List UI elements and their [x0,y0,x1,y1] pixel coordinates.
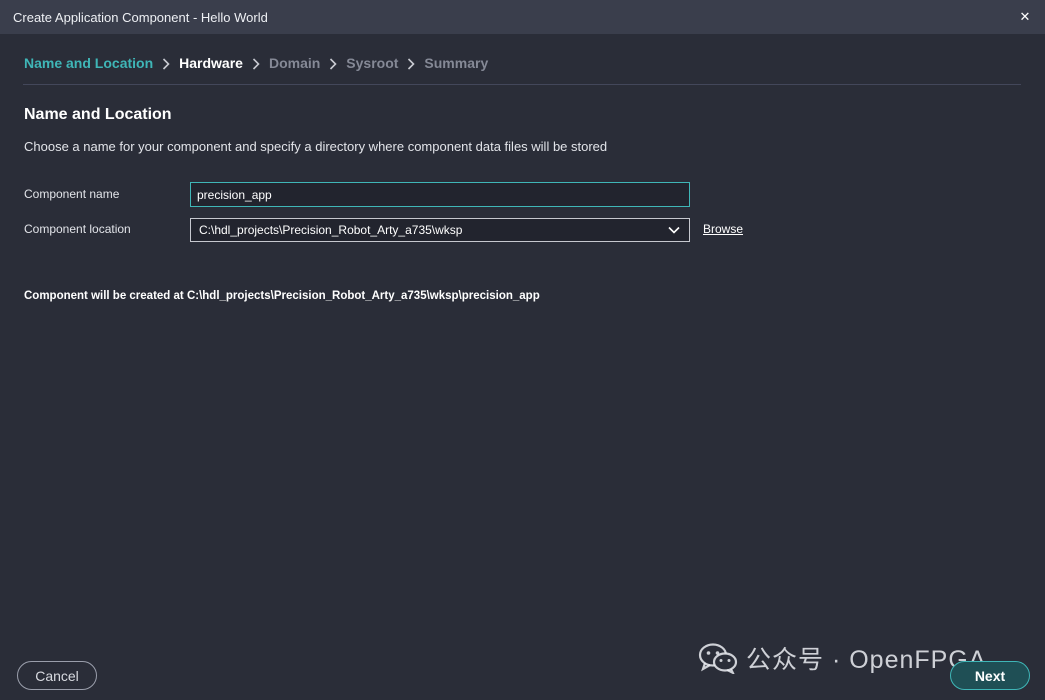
chevron-down-icon [667,223,681,237]
wechat-icon [698,642,738,674]
cancel-button[interactable]: Cancel [17,661,97,690]
title-bar: Create Application Component - Hello Wor… [0,0,1045,34]
component-location-value: C:\hdl_projects\Precision_Robot_Arty_a73… [199,223,463,237]
step-summary[interactable]: Summary [424,55,488,71]
dialog-window: Create Application Component - Hello Wor… [0,0,1045,700]
step-domain[interactable]: Domain [269,55,320,71]
header-divider [23,84,1021,85]
chevron-right-icon [153,55,179,71]
next-button[interactable]: Next [950,661,1030,690]
watermark: 公众号 · OpenFPGA [698,640,986,676]
component-location-label: Component location [24,222,131,236]
step-name-and-location[interactable]: Name and Location [24,55,153,71]
component-path-summary: Component will be created at C:\hdl_proj… [24,290,540,302]
component-location-select[interactable]: C:\hdl_projects\Precision_Robot_Arty_a73… [190,218,690,242]
step-sysroot[interactable]: Sysroot [346,55,398,71]
browse-link[interactable]: Browse [703,222,743,236]
window-title: Create Application Component - Hello Wor… [13,9,268,25]
component-name-input[interactable] [190,182,690,207]
component-name-label: Component name [24,187,120,201]
chevron-right-icon [243,55,269,71]
section-description: Choose a name for your component and spe… [24,139,608,154]
close-icon[interactable]: ✕ [1015,7,1035,27]
chevron-right-icon [398,55,424,71]
chevron-right-icon [320,55,346,71]
section-heading: Name and Location [24,106,172,123]
wizard-steps: Name and Location Hardware Domain Sysroo… [24,53,488,73]
step-hardware[interactable]: Hardware [179,55,243,71]
